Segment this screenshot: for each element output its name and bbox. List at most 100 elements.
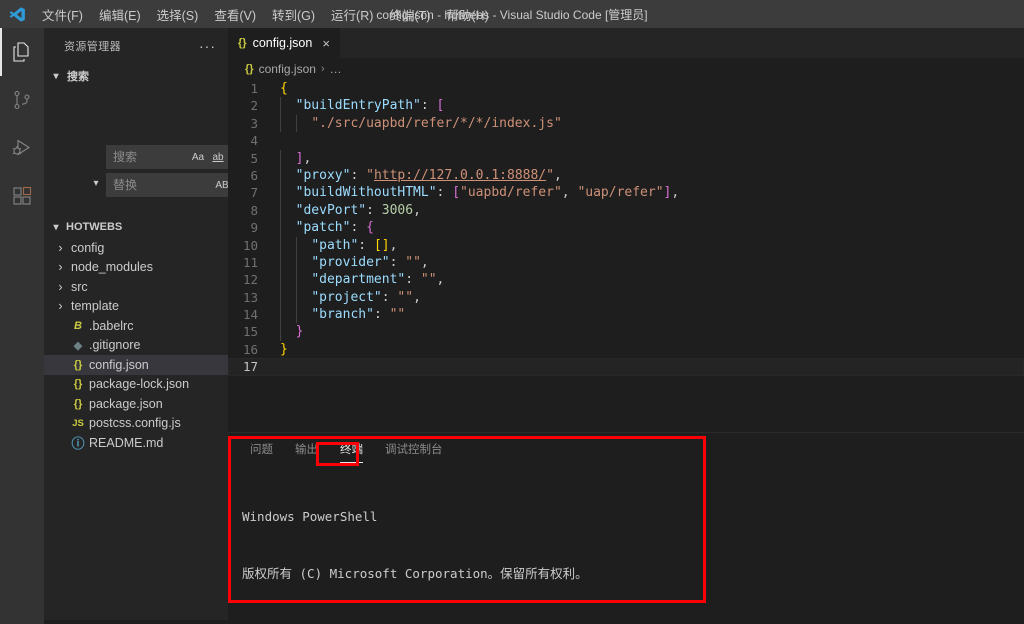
code-token[interactable]: http://127.0.0.1:8888/: [374, 168, 546, 183]
tree-item-config-json[interactable]: {} config.json: [44, 355, 228, 375]
line-number: 5: [250, 150, 258, 166]
activitybar-extensions[interactable]: [0, 172, 44, 220]
file-tree: ▾ HOTWEBS › config › node_modules › src …: [44, 216, 228, 453]
tree-item-label: .babelrc: [89, 318, 134, 333]
code-token: "./src/uapbd/refer/*/*/index.js": [311, 115, 562, 131]
tree-item-gitignore[interactable]: ◆ .gitignore: [44, 336, 228, 356]
menu-view[interactable]: 查看(V): [206, 2, 264, 27]
panel-tab-terminal[interactable]: 终端: [332, 437, 371, 463]
indent-guide: [280, 97, 281, 115]
activitybar-run-debug[interactable]: [0, 124, 44, 172]
sidebar-more-actions-icon[interactable]: ···: [195, 39, 220, 53]
tree-item-template[interactable]: › template: [44, 297, 228, 317]
editor-tab-config-json[interactable]: {} config.json ×: [228, 28, 341, 58]
indent-guide: [280, 114, 281, 133]
tree-item-babelrc[interactable]: B .babelrc: [44, 316, 228, 336]
menu-file[interactable]: 文件(F): [34, 2, 91, 27]
chevron-down-icon: ▾: [53, 221, 59, 233]
tree-item-label: package-lock.json: [89, 377, 190, 392]
indent-guide: [280, 323, 281, 341]
code-token: "": [389, 307, 406, 323]
menu-bar[interactable]: 文件(F) 编辑(E) 选择(S) 查看(V) 转到(G) 运行(R) 终端(T…: [34, 2, 497, 27]
tree-item-label: template: [71, 299, 119, 314]
files-icon: [10, 40, 34, 64]
code-area[interactable]: 1{2 "buildEntryPath": [3 "./src/uapbd/re…: [228, 80, 1024, 432]
activitybar-source-control[interactable]: [0, 76, 44, 124]
breadcrumb-file[interactable]: config.json: [259, 62, 316, 76]
replace-input[interactable]: [113, 178, 213, 192]
replace-inputbox[interactable]: AB: [106, 173, 228, 197]
close-icon[interactable]: ×: [322, 36, 330, 51]
tree-item-node-modules[interactable]: › node_modules: [44, 258, 228, 278]
search-input[interactable]: [113, 150, 189, 164]
menu-terminal[interactable]: 终端(T): [381, 2, 438, 27]
json-icon: {}: [238, 37, 247, 49]
terminal-output[interactable]: Windows PowerShell 版权所有 (C) Microsoft Co…: [242, 469, 1014, 620]
whole-word-icon[interactable]: ab: [209, 148, 227, 166]
indent-guide: [280, 236, 281, 254]
tree-item-label: node_modules: [71, 260, 154, 275]
search-inputbox[interactable]: Aa ab .*: [106, 145, 228, 169]
code-line-text: "branch": "": [280, 306, 1024, 324]
menu-edit[interactable]: 编辑(E): [91, 2, 149, 27]
code-token: ,: [671, 185, 680, 201]
code-token: "department": [311, 272, 406, 288]
line-number: 12: [242, 272, 258, 288]
tree-item-config[interactable]: › config: [44, 238, 228, 258]
preserve-case-icon[interactable]: AB: [213, 176, 228, 194]
line-number: 14: [242, 307, 258, 323]
indent-guide: [296, 114, 297, 133]
tree-item-label: config.json: [89, 357, 149, 372]
code-line: 11 "provider": "",: [228, 253, 1024, 272]
tree-item-readme-md[interactable]: ⓘ README.md: [44, 433, 228, 453]
indent-guide: [280, 306, 281, 324]
code-token: "buildEntryPath": [295, 98, 421, 114]
activitybar-explorer[interactable]: [0, 28, 44, 76]
tree-root-hotwebs[interactable]: ▾ HOTWEBS: [44, 216, 228, 238]
code-line: 13 "project": "",: [228, 288, 1024, 307]
code-token: :: [405, 272, 421, 288]
breadcrumb[interactable]: {} config.json › …: [228, 58, 1024, 80]
search-input-container: Aa ab .*: [106, 145, 228, 169]
indent-guide: [296, 236, 297, 254]
code-token: ,: [436, 272, 445, 288]
toggle-replace-chevron[interactable]: ▾: [88, 175, 104, 189]
tree-item-package-lock-json[interactable]: {} package-lock.json: [44, 375, 228, 395]
code-token: "proxy": [295, 167, 351, 183]
search-section-header[interactable]: ▾ 搜索: [44, 65, 228, 87]
breadcrumb-trail[interactable]: …: [330, 62, 342, 76]
code-token: ,: [413, 202, 421, 218]
editor-group: {} config.json × {} config.json › … 1{2 …: [228, 28, 1024, 432]
menu-selection[interactable]: 选择(S): [149, 2, 207, 27]
code-token: {: [366, 220, 374, 236]
line-number: 16: [242, 341, 258, 357]
match-case-icon[interactable]: Aa: [189, 148, 207, 166]
code-line-text: }: [280, 341, 1024, 358]
indent-guide: [296, 288, 297, 307]
code-token: :: [358, 237, 374, 253]
tree-item-package-json[interactable]: {} package.json: [44, 394, 228, 414]
code-token: [: [452, 185, 461, 201]
indent-guide: [296, 253, 297, 272]
code-line-text: "project": "",: [280, 288, 1024, 307]
chevron-right-icon: ›: [320, 63, 325, 75]
code-line-text: }: [280, 323, 1024, 341]
code-line: 7 "buildWithoutHTML": ["uapbd/refer", "u…: [228, 184, 1024, 202]
indent-guide: [296, 271, 297, 289]
menu-run[interactable]: 运行(R): [323, 2, 381, 27]
code-line-text: "devPort": 3006,: [280, 201, 1024, 220]
panel-tab-output[interactable]: 输出: [287, 437, 326, 461]
code-token: :: [436, 185, 453, 201]
menu-go[interactable]: 转到(G): [264, 2, 323, 27]
code-token: {: [280, 81, 288, 96]
tree-item-postcss-config-js[interactable]: JS postcss.config.js: [44, 414, 228, 434]
panel-tab-problems[interactable]: 问题: [242, 437, 281, 461]
code-token: }: [295, 324, 304, 340]
menu-help[interactable]: 帮助(H): [438, 2, 496, 27]
tree-item-src[interactable]: › src: [44, 277, 228, 297]
panel-tab-debug-console[interactable]: 调试控制台: [377, 437, 451, 461]
line-number: 13: [242, 289, 258, 305]
